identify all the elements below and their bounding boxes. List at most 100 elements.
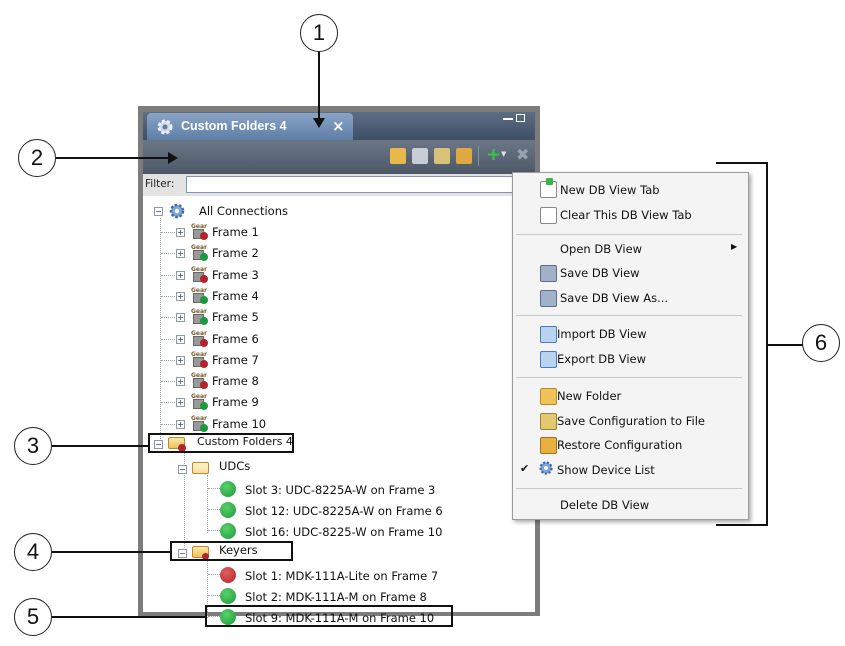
tree-root-label[interactable]: All Connections (199, 204, 288, 218)
device-label[interactable]: Slot 3: UDC-8225A-W on Frame 3 (245, 483, 435, 497)
frame-label[interactable]: Frame 5 (212, 310, 259, 324)
bracket-top (716, 162, 768, 164)
frame-label[interactable]: Frame 8 (212, 374, 259, 388)
expand-toggle[interactable]: + (176, 419, 185, 429)
gear-icon (157, 119, 173, 135)
collapse-toggle[interactable]: − (154, 207, 163, 216)
frame-gear-icon: Gear (191, 330, 208, 347)
frame-label[interactable]: Frame 1 (212, 225, 259, 239)
folder-icon (192, 462, 209, 474)
expand-toggle[interactable]: + (176, 355, 185, 365)
device-label[interactable]: Slot 1: MDK-111A-Lite on Frame 7 (245, 569, 438, 583)
frame-label[interactable]: Frame 3 (212, 268, 259, 282)
frame-label[interactable]: Frame 4 (212, 289, 259, 303)
expand-toggle[interactable]: + (176, 249, 185, 259)
submenu-arrow-icon: ▶ (731, 242, 738, 251)
close-tab-icon[interactable]: × (332, 117, 345, 135)
add-dropdown-icon[interactable]: ▼ (501, 150, 506, 158)
collapse-toggle[interactable]: − (178, 465, 187, 474)
menu-item-save-configuration[interactable]: Save Configuration to File (557, 414, 705, 428)
bracket-bottom (716, 524, 768, 526)
new-folder-icon[interactable] (390, 148, 406, 164)
menu-item-open[interactable]: Open DB View (560, 242, 642, 256)
callout-6: 6 (802, 324, 840, 362)
frame-label[interactable]: Frame 10 (212, 417, 266, 431)
tree-line (207, 475, 208, 533)
menu-item-new-folder[interactable]: New Folder (557, 389, 621, 403)
callout-leader (52, 616, 206, 618)
tree-line (208, 530, 220, 531)
expand-toggle[interactable]: + (176, 377, 185, 387)
menu-item-restore-configuration[interactable]: Restore Configuration (557, 438, 682, 452)
arrow-head-icon (168, 152, 178, 164)
menu-separator (516, 377, 742, 378)
expand-toggle[interactable]: + (176, 313, 185, 323)
menu-item-new-tab[interactable]: New DB View Tab (560, 183, 660, 197)
menu-item-export[interactable]: Export DB View (557, 352, 646, 366)
filter-input[interactable] (186, 176, 522, 193)
menu-separator (516, 315, 742, 316)
minimize-icon[interactable] (503, 118, 513, 120)
frame-gear-icon: Gear (191, 308, 208, 326)
callout-1: 1 (300, 14, 338, 52)
tree-line (208, 595, 220, 596)
tree-line (161, 253, 175, 255)
tree-line (161, 359, 175, 361)
device-label[interactable]: Slot 16: UDC-8225-W on Frame 10 (245, 525, 442, 539)
frame-label[interactable]: Frame 9 (212, 395, 259, 409)
tree-line (161, 423, 175, 425)
frame-label[interactable]: Frame 2 (212, 246, 259, 260)
frame-gear-icon: Gear (191, 244, 208, 262)
menu-item-show-device-list[interactable]: Show Device List (557, 463, 655, 477)
frame-label[interactable]: Frame 6 (212, 332, 259, 346)
save-configuration-icon (540, 413, 557, 430)
menu-separator (516, 234, 742, 235)
frame-gear-icon: Gear (191, 393, 208, 411)
maximize-icon[interactable] (516, 114, 525, 122)
gear-icon (169, 203, 185, 219)
expand-toggle[interactable]: + (176, 334, 185, 344)
new-folder-icon (540, 388, 557, 405)
tree-line (161, 274, 175, 276)
restore-configuration-icon (540, 437, 557, 454)
device-label[interactable]: Slot 2: MDK-111A-M on Frame 8 (245, 590, 427, 604)
delete-icon[interactable]: ✖ (516, 145, 529, 164)
menu-item-save[interactable]: Save DB View (560, 266, 640, 280)
callout-leader (318, 52, 320, 122)
frame-gear-icon: Gear (191, 223, 208, 240)
expand-toggle[interactable]: + (176, 228, 185, 237)
tree-line (208, 574, 220, 575)
status-indicator-icon (220, 567, 236, 583)
callout-3: 3 (14, 427, 52, 465)
export-icon (540, 351, 557, 368)
status-indicator-icon (220, 481, 236, 497)
frame-gear-icon: Gear (191, 287, 208, 304)
save-icon (540, 265, 557, 282)
tree-line (208, 509, 220, 510)
expand-toggle[interactable]: + (176, 291, 185, 301)
add-icon[interactable]: + (486, 144, 501, 165)
menu-item-delete[interactable]: Delete DB View (560, 498, 649, 512)
frame-gear-icon: Gear (191, 372, 208, 390)
menu-item-clear-tab[interactable]: Clear This DB View Tab (560, 208, 692, 222)
restore-configuration-icon[interactable] (456, 148, 472, 164)
expand-toggle[interactable]: + (176, 398, 185, 408)
tree-line (208, 488, 220, 489)
frame-gear-icon: Gear (191, 351, 208, 368)
udcs-label[interactable]: UDCs (219, 459, 250, 473)
status-indicator-icon (220, 588, 236, 604)
status-indicator-icon (220, 523, 236, 539)
menu-item-save-as[interactable]: Save DB View As... (560, 291, 668, 305)
highlight-box (170, 541, 293, 561)
expand-toggle[interactable]: + (176, 270, 185, 280)
tree-line (160, 218, 161, 441)
save-icon[interactable] (412, 148, 428, 164)
frame-gear-icon: Gear (191, 266, 208, 283)
device-label[interactable]: Slot 12: UDC-8225A-W on Frame 6 (245, 504, 443, 518)
arrow-head-icon (313, 118, 325, 128)
frame-label[interactable]: Frame 7 (212, 353, 259, 367)
tree-line (161, 232, 175, 233)
callout-4: 4 (14, 533, 52, 571)
save-configuration-icon[interactable] (434, 148, 450, 164)
menu-item-import[interactable]: Import DB View (557, 327, 647, 341)
